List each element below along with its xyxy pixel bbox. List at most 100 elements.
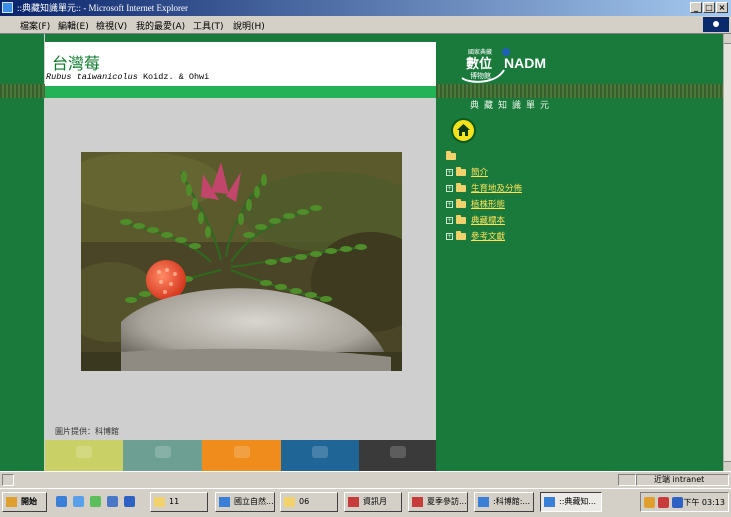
start-label: 開始 [21, 497, 37, 506]
tile-2-icon [154, 446, 171, 458]
media-quicklaunch-icon[interactable] [107, 496, 118, 507]
ie-icon [2, 2, 13, 13]
tile-2[interactable] [123, 440, 202, 471]
nav-item-label[interactable]: 典藏標本 [471, 214, 505, 226]
nav-item-label[interactable]: 參考文獻 [471, 230, 505, 242]
taskbar-label: 國立自然... [234, 497, 274, 506]
nadm-logo[interactable]: 國家典藏 數位 博物館 NADM [456, 44, 566, 86]
folder-open-icon [446, 150, 456, 160]
unit-title: 典藏知識單元 [470, 101, 555, 111]
start-button[interactable]: 開始 [2, 492, 47, 512]
raspberry-fruit [146, 260, 186, 300]
tile-4[interactable] [281, 440, 359, 471]
folder-icon [456, 230, 466, 240]
home-button[interactable] [451, 118, 476, 143]
expand-icon[interactable]: + [446, 216, 453, 224]
nav-item-morphology[interactable]: + 植株形態 [446, 198, 505, 210]
tray-icon-3[interactable] [672, 497, 683, 508]
nav-item-specimens[interactable]: + 典藏標本 [446, 214, 505, 226]
menu-favorites[interactable]: 我的最愛(A) [136, 19, 185, 32]
desktop-quicklaunch-icon[interactable] [90, 496, 101, 507]
ie-icon [478, 497, 489, 507]
taskbar-button-folder-11[interactable]: 11 [150, 492, 208, 512]
folder-icon [456, 198, 466, 208]
maximize-button[interactable]: □ [703, 2, 715, 13]
status-bar: 近端 intranet [0, 471, 731, 488]
home-icon [457, 124, 470, 136]
plant-photo-illustration [81, 152, 402, 371]
taskbar-button-summer-visit[interactable]: 夏季參訪... [408, 492, 468, 512]
expand-icon[interactable]: + [446, 232, 453, 240]
folder-icon [154, 497, 165, 507]
taskbar-button-infomonth[interactable]: 資訊月 [344, 492, 402, 512]
logo-acronym: NADM [504, 55, 546, 71]
ie-quicklaunch-icon[interactable] [56, 496, 67, 507]
species-common-name: 台灣莓 [52, 56, 101, 73]
species-photo [81, 152, 402, 371]
tray-icon-2[interactable] [658, 497, 669, 508]
nav-item-intro[interactable]: + 簡介 [446, 166, 488, 178]
document-icon [412, 497, 423, 507]
system-tray: 下午 03:13 [640, 492, 729, 512]
menu-help[interactable]: 說明(H) [233, 19, 265, 32]
taskbar-label: ::典藏知... [559, 497, 597, 506]
menu-bar: 檔案(F) 編輯(E) 檢視(V) 我的最愛(A) 工具(T) 說明(H) [0, 16, 731, 34]
nav-root[interactable] [446, 150, 461, 162]
tile-4-icon [312, 446, 328, 458]
tray-icon-1[interactable] [644, 497, 655, 508]
menu-view[interactable]: 檢視(V) [96, 19, 127, 32]
taskbar-button-museum[interactable]: 國立自然... [215, 492, 275, 512]
ie-icon [219, 497, 230, 507]
windows-logo-icon [703, 17, 729, 32]
scientific-authority: Koidz. & Ohwi [142, 72, 210, 82]
logo-big-text: 數位 [466, 56, 492, 72]
page-status-icon [2, 474, 14, 486]
taskbar-button-nmns[interactable]: :科博館:... [474, 492, 534, 512]
status-pane-1 [618, 474, 636, 486]
scroll-down-button[interactable] [724, 461, 731, 471]
scientific-binomial: Rubus taiwanicolus [46, 72, 138, 82]
species-scientific-name: Rubus taiwanicolus Koidz. & Ohwi [46, 72, 209, 82]
nav-item-habitat[interactable]: + 生育地及分佈 [446, 182, 522, 194]
expand-icon[interactable]: + [446, 184, 453, 192]
window-titlebar: ::典藏知識單元:: - Microsoft Internet Explorer… [0, 0, 731, 16]
folder-icon [456, 214, 466, 224]
menu-edit[interactable]: 編輯(E) [58, 19, 89, 32]
minimize-button[interactable]: _ [690, 2, 702, 13]
taskbar: 開始 11 國立自然... 06 資訊月 夏季參訪... :科博館:... ::… [0, 488, 731, 517]
left-margin-strip [0, 34, 45, 471]
close-button[interactable]: × [716, 2, 728, 13]
tile-3-icon [233, 446, 250, 458]
vertical-scrollbar[interactable] [723, 34, 731, 471]
header-accent-bar [45, 86, 436, 98]
nav-item-references[interactable]: + 參考文獻 [446, 230, 505, 242]
windows-flag-icon [6, 497, 17, 507]
clock[interactable]: 下午 03:13 [683, 497, 725, 508]
scroll-up-button[interactable] [724, 34, 731, 44]
folder-icon [456, 182, 466, 192]
taskbar-button-folder-06[interactable]: 06 [280, 492, 338, 512]
taskbar-label: 06 [299, 497, 310, 506]
tile-5[interactable] [359, 440, 436, 471]
ie2-quicklaunch-icon[interactable] [124, 496, 135, 507]
expand-icon[interactable]: + [446, 168, 453, 176]
logo-small-text: 國家典藏 [468, 48, 492, 56]
tile-3[interactable] [202, 440, 281, 471]
outlook-quicklaunch-icon[interactable] [73, 496, 84, 507]
nav-item-label[interactable]: 簡介 [471, 166, 488, 178]
document-icon [348, 497, 359, 507]
tile-1[interactable] [45, 440, 123, 471]
taskbar-label: 資訊月 [363, 497, 387, 506]
taskbar-label: 11 [169, 497, 180, 506]
window-title: ::典藏知識單元:: - Microsoft Internet Explorer [17, 3, 188, 13]
folder-icon [456, 166, 466, 176]
menu-file[interactable]: 檔案(F) [20, 19, 50, 32]
menu-tools[interactable]: 工具(T) [193, 19, 224, 32]
expand-icon[interactable]: + [446, 200, 453, 208]
taskbar-button-current[interactable]: ::典藏知... [540, 492, 602, 512]
nav-item-label[interactable]: 生育地及分佈 [471, 182, 522, 194]
nav-item-label[interactable]: 植株形態 [471, 198, 505, 210]
photo-credit: 圖片提供：科博館 [55, 427, 119, 436]
taskbar-label: :科博館:... [493, 497, 531, 506]
taskbar-label: 夏季參訪... [427, 497, 467, 506]
